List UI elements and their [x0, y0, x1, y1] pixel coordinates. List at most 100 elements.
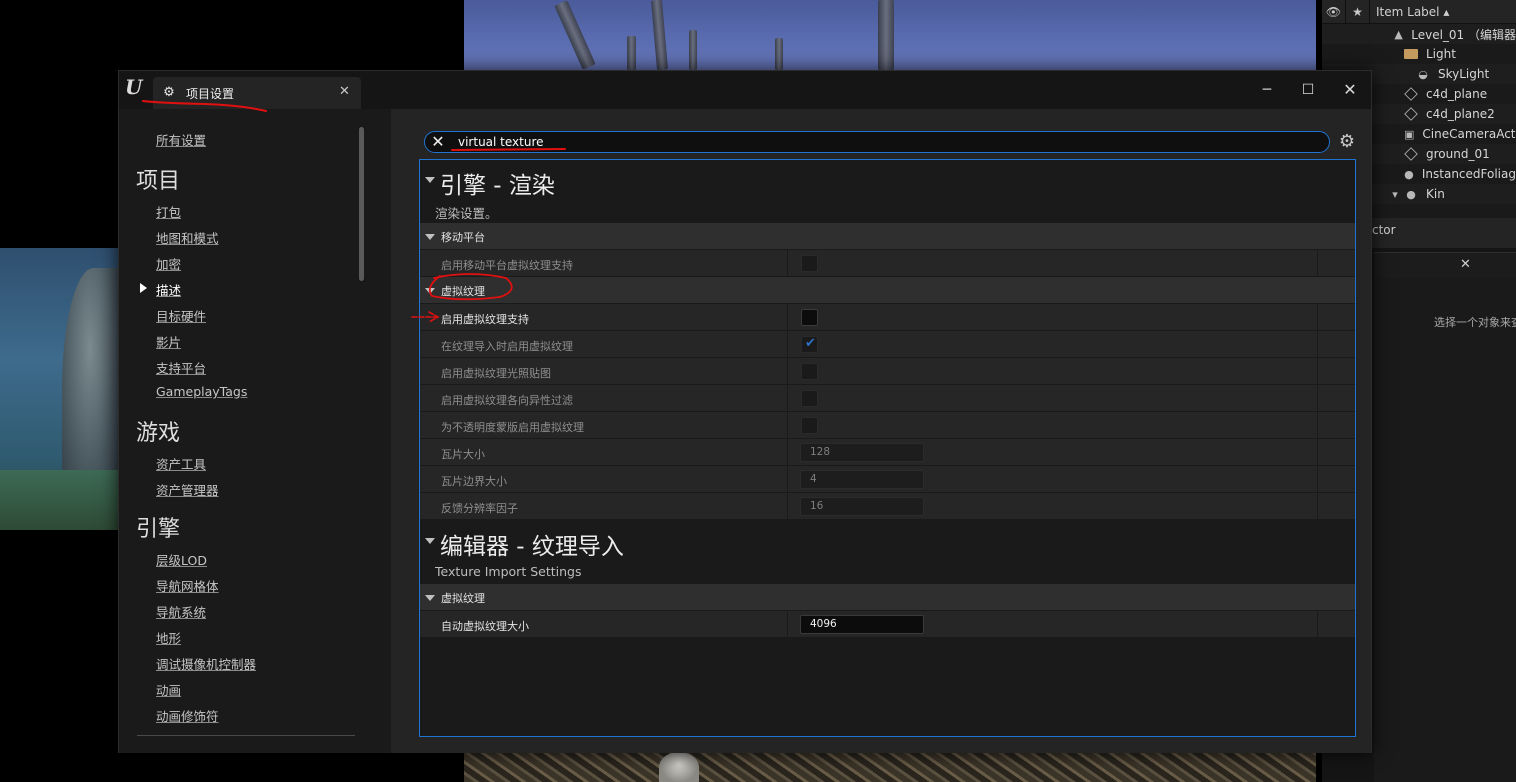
column-divider [787, 331, 788, 358]
section-description: 渲染设置。 [435, 206, 498, 221]
outliner-row-label: CineCameraActo [1422, 127, 1516, 141]
nav-item[interactable]: 地图和模式 [156, 228, 219, 247]
column-divider [787, 611, 788, 638]
column-divider [1317, 331, 1318, 358]
collapse-arrow-icon[interactable] [425, 595, 435, 601]
property-row: 瓦片边界大小 4 [420, 465, 1355, 493]
column-divider [787, 358, 788, 385]
nav-item[interactable]: 加密 [156, 254, 181, 273]
nav-item[interactable]: 导航网格体 [156, 576, 219, 595]
nav-item[interactable]: 目标硬件 [156, 306, 206, 325]
outliner-header: 👁 ★ Item Label ▴ [1322, 0, 1516, 24]
clear-search-icon[interactable]: ✕ [429, 133, 447, 151]
outliner-row-label: SkyLight [1438, 67, 1490, 81]
category-row[interactable]: 虚拟纹理 [420, 583, 1355, 610]
column-divider [787, 493, 788, 520]
nav-item[interactable]: GameplayTags [156, 384, 247, 399]
static-mesh-icon [1404, 147, 1418, 161]
search-input[interactable] [458, 134, 758, 150]
category-label: 虚拟纹理 [441, 592, 485, 605]
close-icon[interactable]: ✕ [1460, 257, 1471, 272]
property-label: 瓦片边界大小 [441, 475, 507, 488]
column-divider [787, 385, 788, 412]
property-row: 瓦片大小 128 [420, 438, 1355, 466]
minimize-icon[interactable]: ─ [1254, 79, 1280, 101]
property-checkbox[interactable] [801, 390, 818, 407]
collapse-arrow-icon[interactable] [425, 538, 435, 544]
property-checkbox[interactable] [801, 309, 818, 326]
viewport-statue [0, 248, 120, 530]
chevron-down-icon[interactable]: ▾ [1390, 187, 1400, 201]
gear-icon[interactable]: ⚙ [1337, 131, 1357, 153]
outliner-row[interactable]: ▲ Level_01 （编辑器 [1322, 24, 1516, 44]
property-label: 瓦片大小 [441, 448, 485, 461]
property-label: 自动虚拟纹理大小 [441, 620, 529, 633]
nav-item[interactable]: 动画修饰符 [156, 706, 219, 725]
category-label: 虚拟纹理 [441, 285, 485, 298]
collapse-arrow-icon[interactable] [425, 234, 435, 240]
eye-icon[interactable]: 👁 [1322, 0, 1346, 24]
details-tab[interactable]: ✕ [1374, 252, 1516, 278]
nav-all-settings[interactable]: 所有设置 [156, 130, 206, 149]
nav-scrollbar[interactable] [359, 127, 364, 281]
property-row: 反馈分辨率因子 16 [420, 492, 1355, 520]
close-icon[interactable]: ✕ [339, 84, 350, 99]
outliner-row[interactable]: Light [1322, 44, 1516, 64]
column-divider [787, 439, 788, 466]
collapse-arrow-icon[interactable] [425, 288, 435, 294]
property-checkbox[interactable] [801, 363, 818, 380]
nav-item[interactable]: 地形 [156, 628, 181, 647]
close-icon[interactable]: ✕ [1337, 79, 1363, 101]
section-header[interactable]: 引擎 - 渲染 [420, 162, 1355, 199]
maximize-icon[interactable]: ☐ [1295, 79, 1321, 101]
property-number-field[interactable]: 4096 [800, 615, 924, 634]
nav-item[interactable]: 资产工具 [156, 454, 206, 473]
property-number-field[interactable]: 16 [800, 497, 924, 516]
star-icon[interactable]: ★ [1346, 0, 1370, 24]
nav-item[interactable]: 层级LOD [156, 550, 207, 569]
window-titlebar[interactable]: U ⚙ 项目设置 ✕ ─ ☐ ✕ [119, 71, 1371, 109]
property-label: 启用移动平台虚拟纹理支持 [441, 259, 573, 272]
tab-label: 项目设置 [186, 87, 235, 101]
nav-divider [137, 735, 355, 736]
column-divider [1317, 466, 1318, 493]
column-divider [1317, 611, 1318, 638]
settings-panel: 引擎 - 渲染 渲染设置。 移动平台 启用移动平台虚拟纹理支持 虚拟纹理 启用虚… [419, 159, 1356, 737]
property-label: 启用虚拟纹理支持 [441, 313, 529, 326]
details-empty-text: 选择一个对象来查 [1434, 316, 1516, 329]
category-label: 移动平台 [441, 231, 485, 244]
property-row: 在纹理导入时启用虚拟纹理 ✔ [420, 330, 1355, 358]
outliner-row-label: Level_01 （编辑器 [1411, 27, 1516, 42]
unreal-logo-icon: U [125, 75, 143, 99]
search-box[interactable]: ✕ [424, 131, 1330, 153]
nav-item[interactable]: 动画 [156, 680, 181, 699]
outliner-column-item-label[interactable]: Item Label ▴ [1370, 5, 1449, 19]
selection-arrow-icon [140, 283, 147, 293]
property-row: 启用虚拟纹理光照贴图 [420, 357, 1355, 385]
column-divider [1317, 304, 1318, 331]
property-checkbox[interactable] [801, 255, 818, 272]
foliage-icon: ● [1404, 167, 1414, 181]
category-row[interactable]: 虚拟纹理 [420, 276, 1355, 303]
property-number-field[interactable]: 128 [800, 443, 924, 462]
column-divider [1317, 250, 1318, 277]
level-icon: ▲ [1394, 27, 1403, 41]
tab-project-settings[interactable]: ⚙ 项目设置 ✕ [153, 77, 361, 109]
nav-item[interactable]: 调试摄像机控制器 [156, 654, 256, 673]
collapse-arrow-icon[interactable] [425, 177, 435, 183]
nav-category-title: 游戏 [136, 421, 181, 446]
section-header[interactable]: 编辑器 - 纹理导入 [420, 523, 1355, 560]
nav-item[interactable]: 资产管理器 [156, 480, 219, 499]
property-number-field[interactable]: 4 [800, 470, 924, 489]
details-header-label: ctor [1372, 223, 1396, 237]
nav-item[interactable]: 影片 [156, 332, 181, 351]
nav-item[interactable]: 打包 [156, 202, 181, 221]
nav-item[interactable]: 导航系统 [156, 602, 206, 621]
nav-item[interactable]: 支持平台 [156, 358, 206, 377]
nav-item-active[interactable]: 描述 [156, 280, 181, 299]
property-checkbox[interactable]: ✔ [801, 336, 818, 353]
property-row: 启用虚拟纹理支持 [420, 303, 1355, 331]
category-row[interactable]: 移动平台 [420, 222, 1355, 249]
property-checkbox[interactable] [801, 417, 818, 434]
nav-category-title: 项目 [136, 169, 181, 194]
